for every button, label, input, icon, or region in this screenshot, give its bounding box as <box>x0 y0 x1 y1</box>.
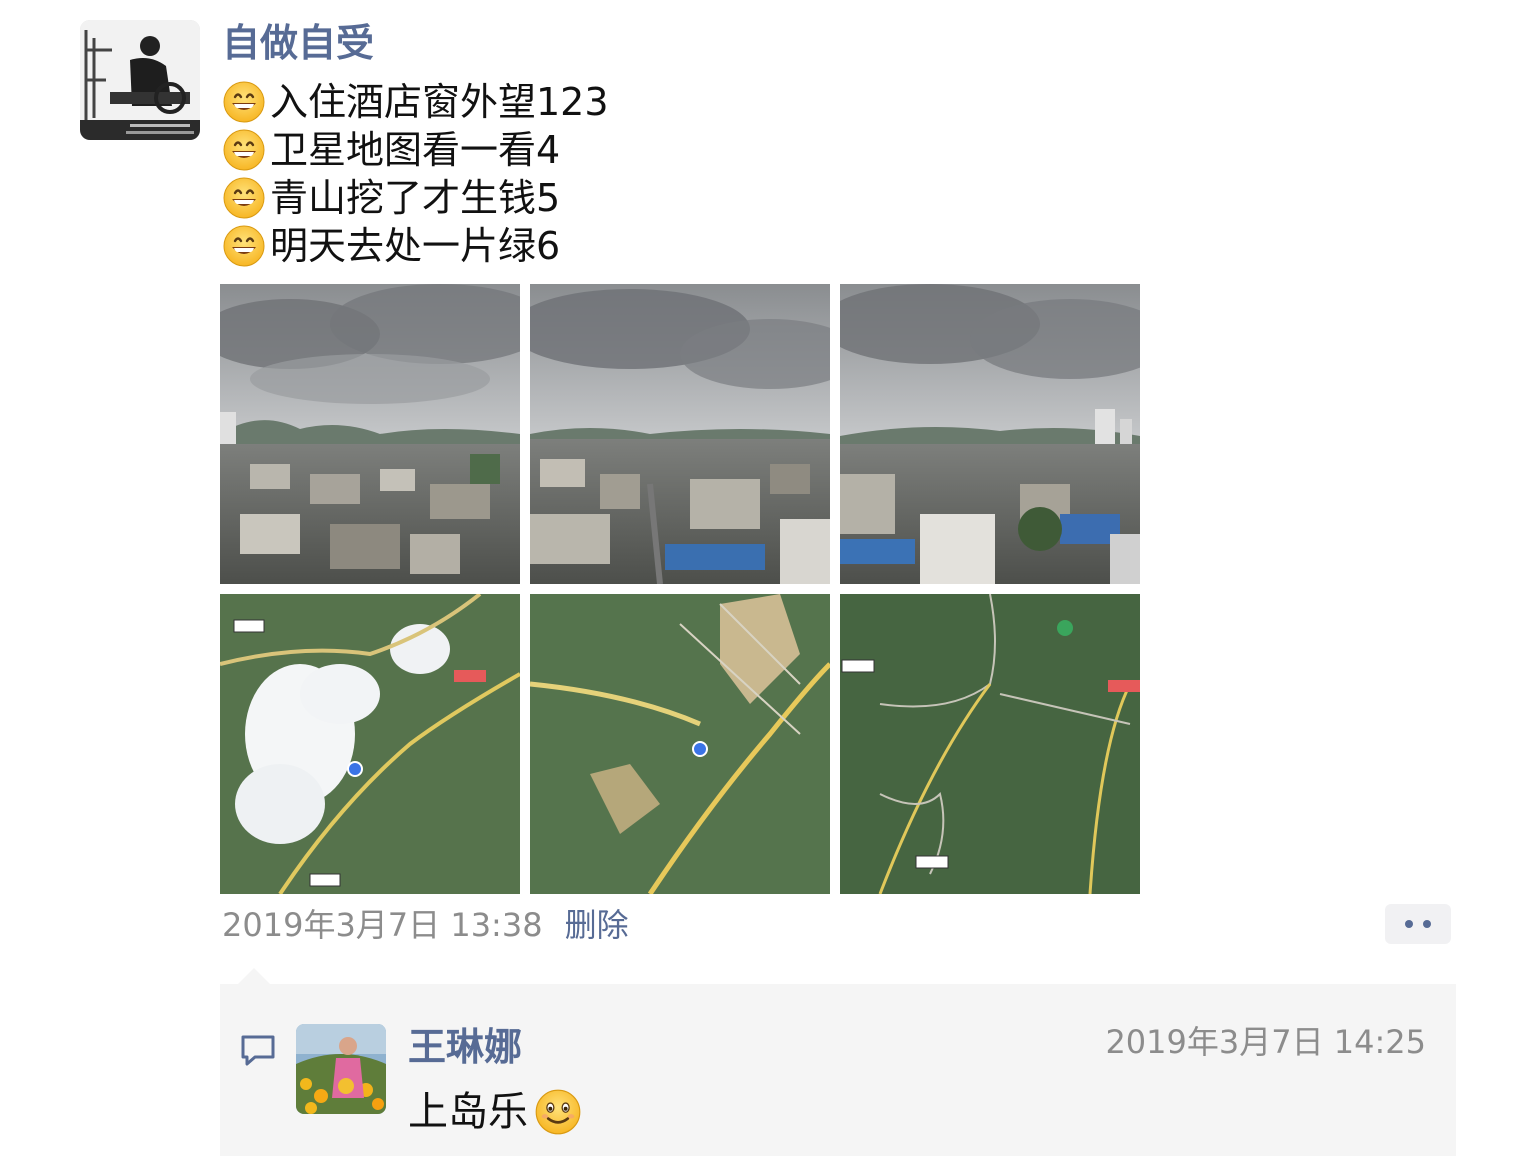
comment-text: 上岛乐 <box>408 1086 586 1138</box>
comment-timestamp: 2019年3月7日 14:25 <box>1105 1023 1426 1061</box>
photo-thumbnail-city-view-2[interactable] <box>530 284 830 584</box>
smiling-face-emoji-icon <box>534 1088 582 1136</box>
post-line: 青山挖了才生钱5 <box>222 174 609 222</box>
comment-text-content: 上岛乐 <box>408 1089 528 1135</box>
post-line: 卫星地图看一看4 <box>222 126 609 174</box>
post-text: 入住酒店窗外望123 卫星地图看一看4 青山挖了才生钱5 明天去处一片绿6 <box>222 78 609 270</box>
photo-thumbnail-city-view-3[interactable] <box>840 284 1140 584</box>
grinning-face-emoji-icon <box>222 128 266 172</box>
photo-grid <box>220 284 1140 894</box>
post-line: 明天去处一片绿6 <box>222 222 609 270</box>
post-line: 入住酒店窗外望123 <box>222 78 609 126</box>
comment-section-arrow <box>238 968 270 984</box>
commenter-photo-icon <box>296 1024 386 1114</box>
grinning-face-emoji-icon <box>222 80 266 124</box>
photo-thumbnail-satellite-map-2[interactable] <box>530 594 830 894</box>
comment-bubble-icon <box>241 1035 275 1066</box>
commenter-avatar[interactable] <box>296 1024 386 1114</box>
post-author-name[interactable]: 自做自受 <box>222 18 374 68</box>
author-avatar[interactable] <box>80 20 200 140</box>
post-line-text: 青山挖了才生钱5 <box>270 176 561 220</box>
grinning-face-emoji-icon <box>222 224 266 268</box>
more-dots-icon <box>1405 920 1413 928</box>
post-line-text: 入住酒店窗外望123 <box>270 80 609 124</box>
grinning-face-emoji-icon <box>222 176 266 220</box>
more-dots-icon <box>1423 920 1431 928</box>
comment-author-name[interactable]: 王琳娜 <box>408 1022 522 1072</box>
post-line-text: 卫星地图看一看4 <box>270 128 561 172</box>
post-meta: 2019年3月7日 13:38 删除 <box>222 900 629 946</box>
comment-section: 王琳娜 2019年3月7日 14:25 上岛乐 <box>220 984 1456 1156</box>
photo-thumbnail-satellite-map-1[interactable] <box>220 594 520 894</box>
post-line-text: 明天去处一片绿6 <box>270 224 561 268</box>
photo-thumbnail-city-view-1[interactable] <box>220 284 520 584</box>
more-actions-button[interactable] <box>1385 904 1451 944</box>
photo-thumbnail-satellite-map-3[interactable] <box>840 594 1140 894</box>
delete-link[interactable]: 删除 <box>565 900 629 946</box>
profile-photo-icon <box>80 20 200 140</box>
post-timestamp: 2019年3月7日 13:38 <box>222 906 543 944</box>
